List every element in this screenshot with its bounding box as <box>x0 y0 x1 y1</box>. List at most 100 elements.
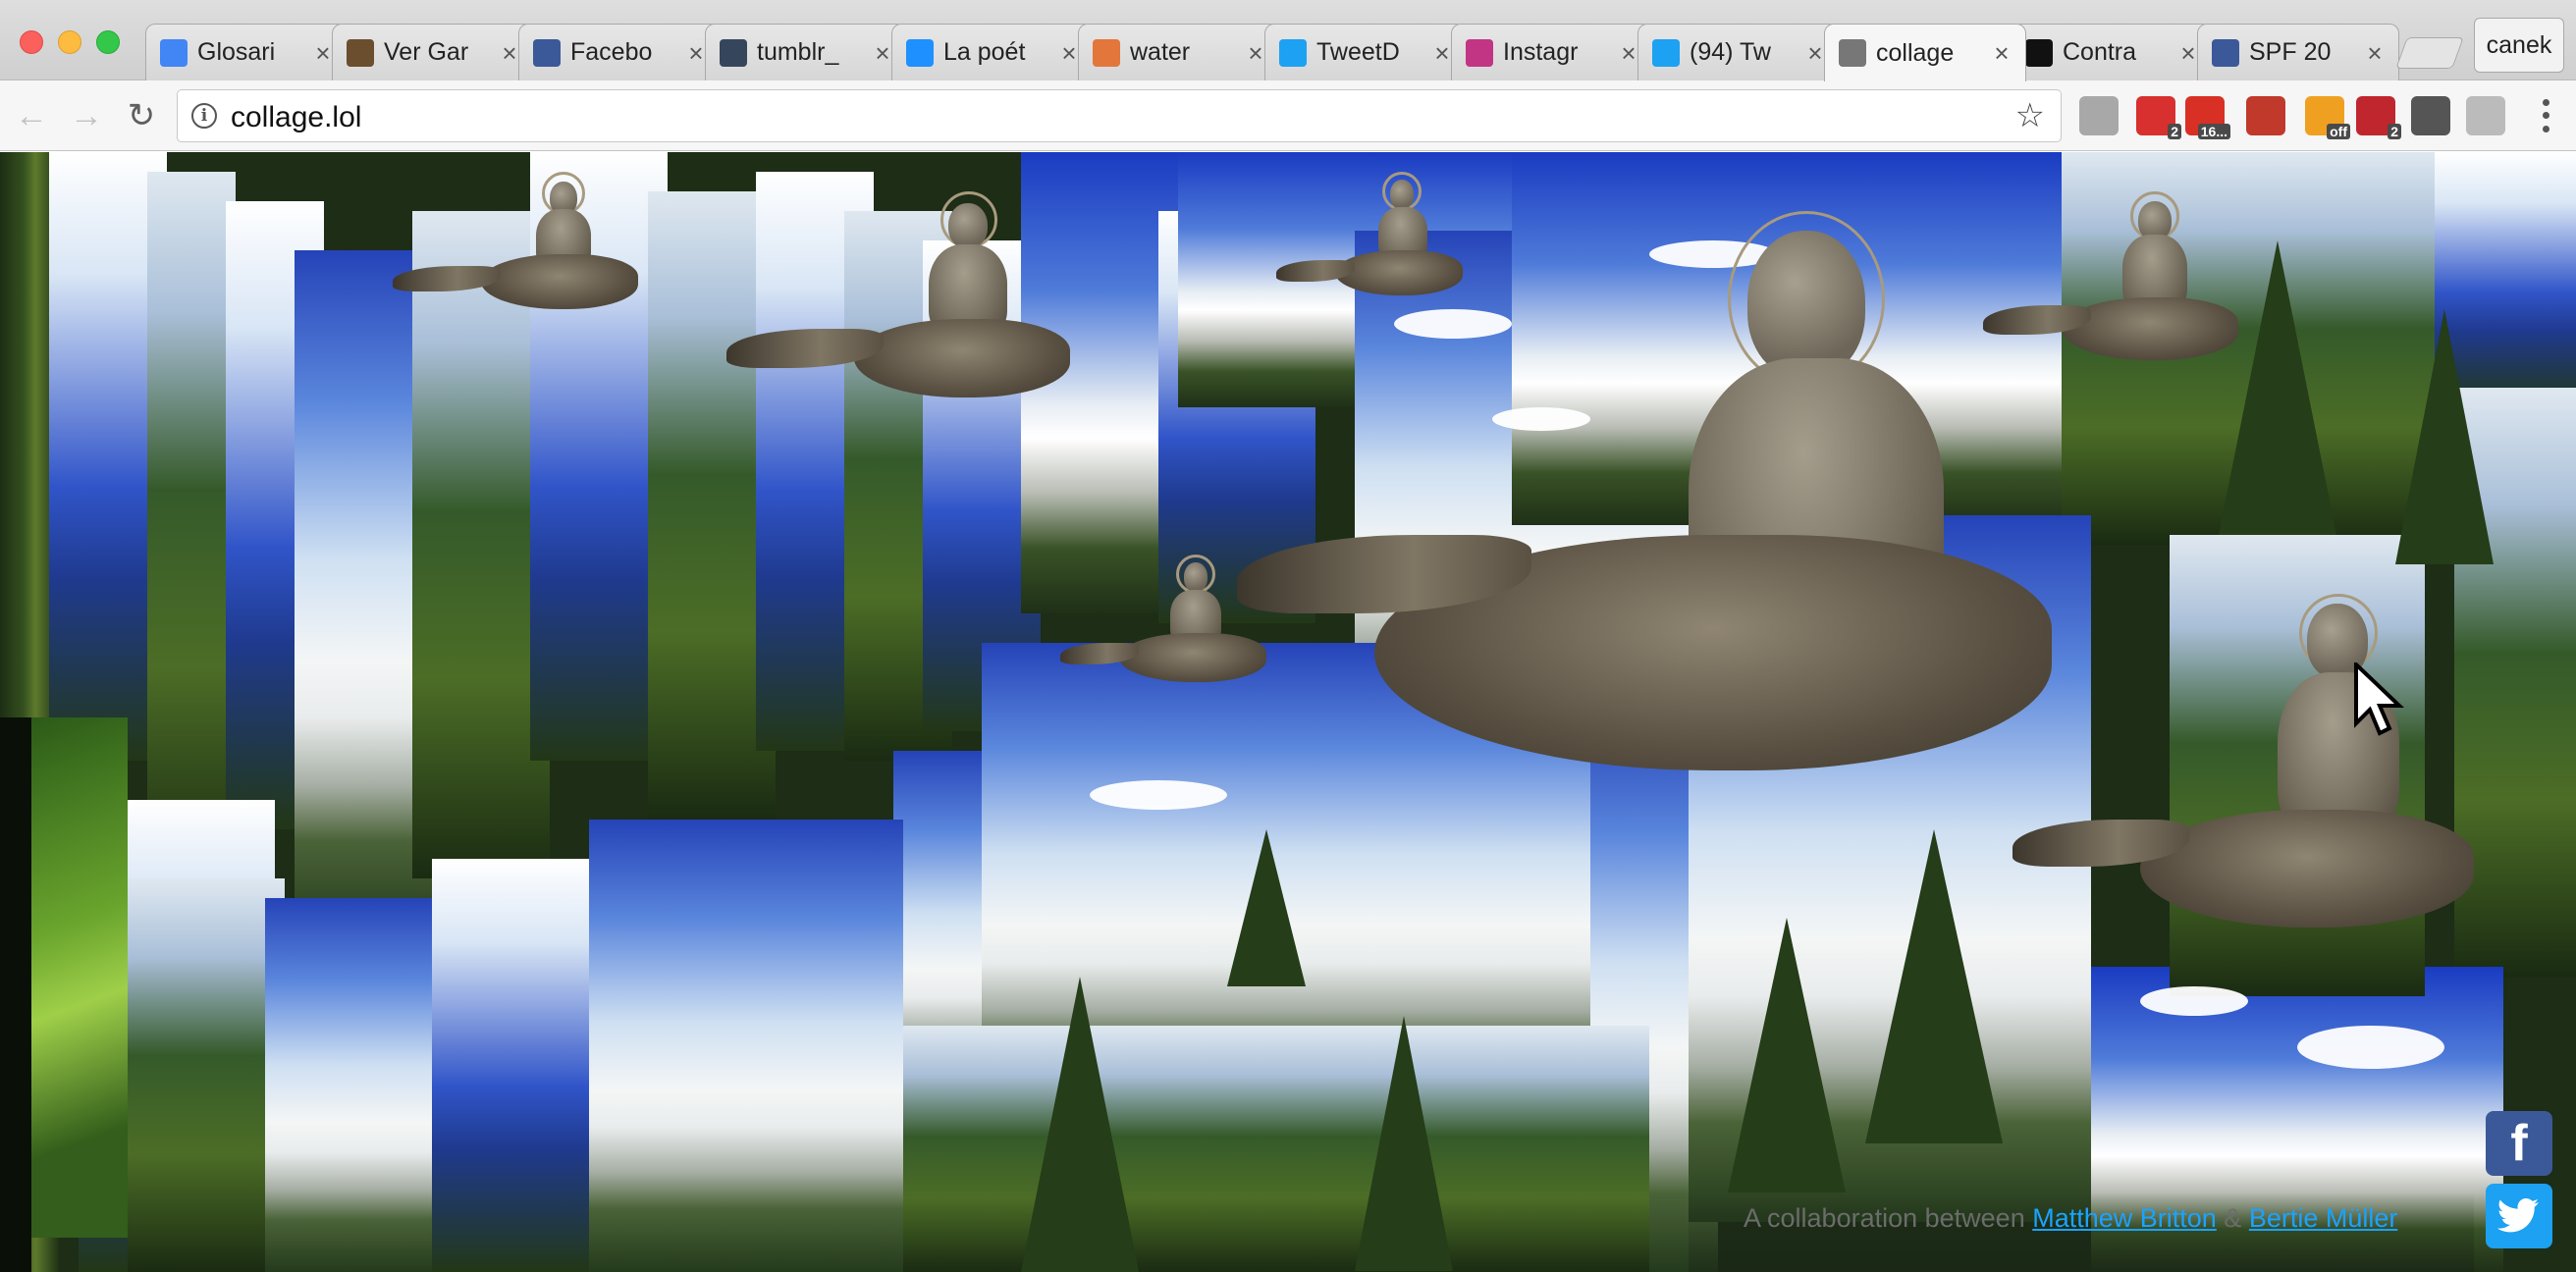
reload-button[interactable]: ↻ <box>120 94 163 137</box>
tab-instagr[interactable]: Instagr × <box>1451 24 1653 80</box>
buddha-figure <box>1237 182 2052 810</box>
close-window-button[interactable] <box>20 30 43 54</box>
tab-label: TweetD <box>1316 38 1400 66</box>
author-link-2[interactable]: Bertie Müller <box>2249 1203 2398 1233</box>
tab-tweetd[interactable]: TweetD × <box>1264 24 1467 80</box>
facebook-icon: f <box>2510 1115 2528 1172</box>
instagram-icon <box>1466 38 1493 67</box>
buddha-figure <box>726 191 1080 417</box>
collage-tile <box>589 820 903 1272</box>
drive-icon[interactable] <box>2079 96 2119 135</box>
extension-badge: off <box>2327 124 2350 139</box>
cloud <box>2297 1026 2444 1069</box>
gmail-icon[interactable]: 16... <box>2185 96 2230 139</box>
credit-separator: & <box>2216 1203 2249 1233</box>
tab-94-tw[interactable]: (94) Tw × <box>1637 24 1840 80</box>
tab-label: SPF 20 <box>2249 38 2332 66</box>
profile-button[interactable]: canek <box>2474 18 2564 73</box>
triangle-icon <box>906 38 934 67</box>
puzzle-icon[interactable] <box>2466 96 2505 135</box>
buddha-figure <box>393 172 648 329</box>
extension-badge: 2 <box>2168 124 2181 139</box>
extension-badge: 16... <box>2197 124 2230 139</box>
twitter-icon <box>2497 1198 2539 1233</box>
credit-prefix: A collaboration between <box>1744 1203 2033 1233</box>
tweetdeck-icon <box>1279 38 1307 67</box>
tree <box>2395 309 2494 564</box>
tree <box>1865 829 2003 1143</box>
facebook-icon <box>533 38 561 67</box>
tab-collage[interactable]: collage × <box>1824 24 2026 81</box>
menu-dot <box>2542 99 2549 107</box>
tree <box>1021 977 1139 1272</box>
tab-label: Contra <box>2063 38 2137 66</box>
maximize-window-button[interactable] <box>96 30 120 54</box>
new-tab-button[interactable] <box>2395 37 2464 69</box>
cloud <box>2140 986 2248 1016</box>
collage-tile <box>29 717 128 1238</box>
off-icon[interactable]: off <box>2305 96 2350 139</box>
tab-close-icon[interactable]: × <box>1990 38 2013 68</box>
tab-label: (94) Tw <box>1690 38 1771 66</box>
stack-icon <box>1093 38 1120 67</box>
toolbar: ← → ↻ i collage.lol ☆ 2 16... off 2 <box>0 80 2576 151</box>
tree <box>1227 829 1306 986</box>
extension-badge: 2 <box>2388 124 2401 139</box>
collage-tile <box>147 172 236 878</box>
collage-canvas[interactable] <box>0 152 2576 1272</box>
tab-label: water <box>1130 38 1191 66</box>
collage-tile <box>128 878 285 1272</box>
facebook-share-button[interactable]: f <box>2486 1111 2552 1176</box>
tab-facebo[interactable]: Facebo × <box>518 24 721 80</box>
tab-label: Facebo <box>570 38 653 66</box>
pocket-icon[interactable]: 2 <box>2136 96 2181 139</box>
back-button[interactable]: ← <box>10 94 53 137</box>
bookmark-icon[interactable] <box>2246 96 2285 135</box>
bookmark-star-icon[interactable]: ☆ <box>2015 96 2045 135</box>
url-text[interactable]: collage.lol <box>231 101 361 134</box>
tab-tumblr[interactable]: tumblr_ × <box>705 24 907 80</box>
tumblr-icon <box>720 38 747 67</box>
twitter-share-button[interactable] <box>2486 1184 2552 1248</box>
chrome-menu-button[interactable] <box>2531 96 2560 135</box>
reload-icon: ↻ <box>127 97 156 134</box>
twitter-icon <box>1652 38 1680 67</box>
menu-dot <box>2542 125 2549 132</box>
forward-arrow-icon: → <box>70 96 103 134</box>
minimize-window-button[interactable] <box>58 30 81 54</box>
film-icon <box>347 38 374 67</box>
tab-contra[interactable]: Contra × <box>2011 24 2213 80</box>
tree <box>1355 1016 1453 1271</box>
credit-line: A collaboration between Matthew Britton … <box>1744 1203 2397 1234</box>
tree <box>1728 918 1846 1192</box>
tab-strip: Glosari × Ver Gar × Facebo × tumblr_ × La poét × w… <box>0 0 2576 81</box>
tab-glosari[interactable]: Glosari × <box>145 24 348 80</box>
docs-icon <box>160 38 188 67</box>
tab-water[interactable]: water × <box>1078 24 1280 80</box>
facebook-icon <box>2212 38 2239 67</box>
tab-ver-gar[interactable]: Ver Gar × <box>332 24 534 80</box>
e-icon <box>2025 38 2053 67</box>
collage-tile <box>903 1026 1649 1272</box>
tab-label: La poét <box>943 38 1026 66</box>
info-icon[interactable]: i <box>191 103 217 129</box>
buddha-figure <box>2012 594 2474 947</box>
tab-close-icon[interactable]: × <box>2363 38 2387 68</box>
back-arrow-icon: ← <box>15 96 48 134</box>
collage-tile <box>432 859 609 1272</box>
tab-label: tumblr_ <box>757 38 839 66</box>
tab-label: Ver Gar <box>384 38 469 66</box>
buddha-figure <box>1983 191 2238 368</box>
tab-la-po-t[interactable]: La poét × <box>891 24 1094 80</box>
layout-icon[interactable] <box>2411 96 2450 135</box>
author-link-1[interactable]: Matthew Britton <box>2032 1203 2217 1233</box>
tab-label: collage <box>1876 38 1955 67</box>
collage-tile <box>0 717 31 1272</box>
menu-dot <box>2542 112 2549 120</box>
page-icon <box>1839 39 1866 67</box>
adblock-icon[interactable]: 2 <box>2356 96 2401 139</box>
tab-spf-20[interactable]: SPF 20 × <box>2197 24 2399 80</box>
cloud <box>1090 780 1227 810</box>
address-bar[interactable]: i collage.lol ☆ <box>177 89 2062 142</box>
forward-button[interactable]: → <box>65 94 108 137</box>
